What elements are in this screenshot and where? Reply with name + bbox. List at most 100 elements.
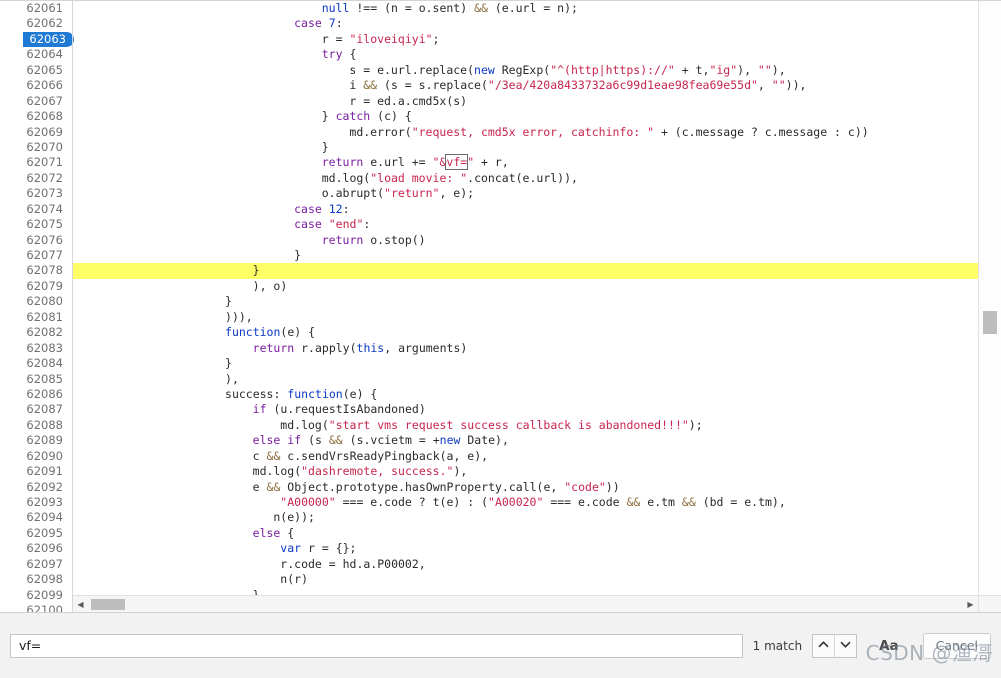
cancel-button[interactable]: Cancel — [922, 632, 991, 659]
code-text: } — [225, 294, 232, 309]
code-line[interactable]: 62082 function(e) { — [0, 325, 978, 340]
code-token: .concat(e.url)), — [467, 170, 578, 185]
find-previous-button[interactable] — [813, 634, 835, 657]
code-token: } — [294, 248, 302, 262]
code-token: "/3ea/420a8433732a6c99d1eae98fea69e55d" — [487, 78, 758, 93]
code-text: n(r) — [280, 572, 308, 587]
code-text: md.log("load movie: ".concat(e.url)), — [322, 171, 578, 186]
code-line[interactable]: 62088 md.log("start vms request success c… — [0, 418, 978, 433]
code-token: "" — [771, 78, 786, 93]
code-token: + t, — [674, 62, 710, 77]
code-line[interactable]: 62073 o.abrupt("return", e); — [0, 186, 978, 201]
code-viewport[interactable]: 62061 null !== (n = o.sent) && (e.url = n… — [0, 1, 978, 612]
line-number: 62073 — [26, 186, 63, 201]
code-line[interactable]: 62085), — [0, 372, 978, 387]
code-line[interactable]: 62078} — [0, 263, 978, 279]
code-line[interactable]: 62091 md.log("dashremote, success."), — [0, 464, 978, 479]
search-input[interactable] — [11, 634, 742, 657]
horizontal-scroll-thumb[interactable] — [91, 599, 125, 610]
code-line[interactable]: 62071 return e.url += "&vf=" + r, — [0, 154, 978, 171]
code-token: { — [280, 525, 295, 540]
code-token: (c) { — [370, 109, 412, 124]
code-line[interactable]: 62095 else { — [0, 526, 978, 541]
match-case-button[interactable]: Aa — [871, 638, 907, 654]
code-token: catch — [335, 109, 371, 124]
code-line[interactable]: 62080} — [0, 294, 978, 309]
code-line[interactable]: 62068} catch (c) { — [0, 109, 978, 124]
code-line[interactable]: 62069 md.error("request, cmd5x error, cat… — [0, 125, 978, 140]
code-text: } — [322, 140, 329, 155]
code-line[interactable]: 62098 n(r) — [0, 572, 978, 587]
code-line[interactable]: 62086 success: function(e) { — [0, 387, 978, 402]
code-line[interactable]: 62062 case 7: — [0, 16, 978, 31]
code-line[interactable]: 62093 "A00000" === e.code ? t(e) : ("A000… — [0, 495, 978, 510]
code-line[interactable]: 62072 md.log("load movie: ".concat(e.url)… — [0, 171, 978, 186]
code-token: ), — [771, 62, 786, 77]
code-token: e.tm — [640, 495, 682, 509]
code-line[interactable]: 62063 r = "iloveiqiyi"; — [0, 31, 978, 48]
code-editor[interactable]: 62061 null !== (n = o.sent) && (e.url = n… — [0, 0, 1001, 612]
code-line[interactable]: 62066 i && (s = s.replace("/3ea/420a84337… — [0, 78, 978, 93]
vertical-scrollbar[interactable] — [978, 1, 1001, 612]
code-token: "iloveiqiyi" — [349, 31, 433, 46]
code-line[interactable]: 62077} — [0, 248, 978, 263]
code-line[interactable]: 62081))), — [0, 310, 978, 325]
code-line[interactable]: 62065 s = e.url.replace(new RegExp("^(htt… — [0, 63, 978, 78]
code-line[interactable]: 62076 return o.stop() — [0, 233, 978, 248]
code-token: ), — [453, 464, 468, 479]
scroll-right-arrow-icon[interactable]: ▶ — [963, 596, 978, 612]
code-line[interactable]: 62075 case "end": — [0, 217, 978, 232]
code-text: r = ed.a.cmd5x(s) — [349, 94, 467, 109]
code-token: "load movie: " — [370, 170, 468, 185]
line-number: 62079 — [26, 278, 63, 293]
code-token: && — [328, 433, 343, 448]
code-token: (e.url = n); — [487, 1, 578, 15]
code-token: n(e)); — [273, 510, 315, 525]
code-token: "return" — [384, 186, 440, 201]
code-line[interactable]: 62094 n(e)); — [0, 510, 978, 525]
code-line[interactable]: 62067 r = ed.a.cmd5x(s) — [0, 94, 978, 109]
code-line[interactable]: 62074 case 12: — [0, 202, 978, 217]
code-line[interactable]: 62092 e && Object.prototype.hasOwnPropert… — [0, 480, 978, 495]
line-number: 62078 — [26, 263, 63, 278]
code-line[interactable]: 62096 var r = {}; — [0, 541, 978, 556]
find-input-wrapper[interactable] — [10, 633, 743, 658]
code-token: md.log( — [321, 170, 371, 185]
code-text: "A00000" === e.code ? t(e) : ("A00020" =… — [280, 495, 785, 510]
find-next-button[interactable] — [834, 634, 857, 657]
code-token: "A00020" — [488, 495, 544, 509]
code-token: (e) { — [342, 386, 378, 401]
code-line[interactable]: 62061 null !== (n = o.sent) && (e.url = n… — [0, 1, 978, 16]
code-line[interactable]: 62083 return r.apply(this, arguments) — [0, 341, 978, 356]
line-number: 62100 — [26, 603, 63, 612]
vertical-scroll-thumb[interactable] — [983, 311, 997, 334]
code-line[interactable]: 62070} — [0, 140, 978, 155]
code-line[interactable]: 62084} — [0, 356, 978, 371]
line-number: 62093 — [26, 495, 63, 509]
code-text: return e.url += "&vf=" + r, — [322, 154, 509, 171]
code-token: return — [321, 232, 364, 247]
code-token: } — [252, 263, 260, 278]
code-token: "end" — [328, 217, 364, 232]
scroll-left-arrow-icon[interactable]: ◀ — [73, 596, 88, 612]
code-token: (bd = e.tm), — [695, 495, 786, 509]
code-line[interactable]: 62064 try { — [0, 47, 978, 62]
code-line[interactable]: 62090 c && c.sendVrsReadyPingback(a, e), — [0, 449, 978, 464]
code-text: return r.apply(this, arguments) — [253, 341, 468, 356]
code-token: "code" — [564, 479, 606, 494]
code-token: return — [252, 340, 295, 355]
line-number: 62088 — [26, 417, 63, 432]
gutter-divider — [72, 1, 73, 612]
code-token: : — [335, 16, 343, 31]
code-line[interactable]: 62089 else if (s && (s.vcietm = +new Date… — [0, 433, 978, 448]
horizontal-scrollbar[interactable]: ◀ ▶ — [73, 595, 978, 612]
code-line[interactable]: 62087 if (u.requestIsAbandoned) — [0, 402, 978, 417]
code-token: "start vms request success callback is a… — [328, 417, 689, 432]
code-token: if — [287, 433, 302, 448]
code-line[interactable]: 62097 r.code = hd.a.P00002, — [0, 557, 978, 572]
code-line[interactable]: 62079), o) — [0, 279, 978, 294]
line-number: 62071 — [26, 155, 63, 170]
line-number: 62092 — [26, 479, 63, 494]
code-token: : — [342, 201, 350, 216]
code-token: e — [252, 479, 267, 494]
